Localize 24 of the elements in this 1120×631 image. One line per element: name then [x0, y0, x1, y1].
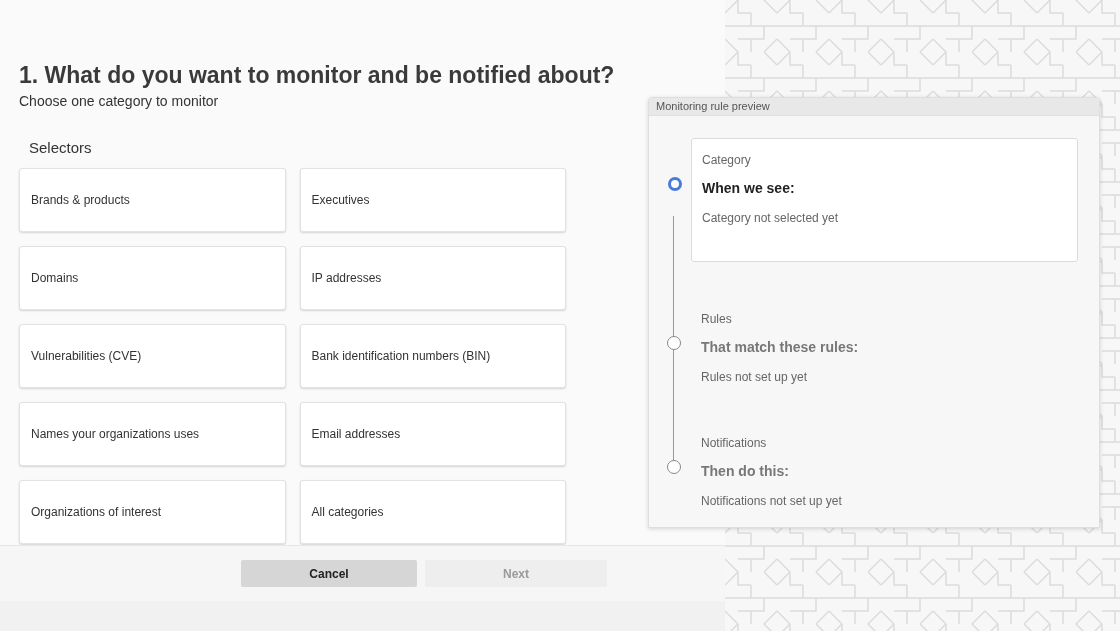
category-option[interactable]: All categories [299, 480, 566, 544]
step-title: That match these rules: [701, 337, 860, 357]
cancel-button[interactable]: Cancel [241, 560, 417, 587]
step-status: Notifications not set up yet [701, 492, 843, 510]
page-heading: 1. What do you want to monitor and be notified about? [19, 61, 615, 90]
step-label: Rules [701, 310, 733, 328]
step-status: Category not selected yet [702, 209, 840, 227]
category-option[interactable]: IP addresses [299, 246, 566, 310]
step-title: When we see: [702, 178, 796, 198]
category-option[interactable]: Names your organizations uses [19, 402, 286, 466]
category-option[interactable]: Executives [299, 168, 566, 232]
step-label: Category [702, 151, 752, 169]
category-option[interactable]: Email addresses [299, 402, 566, 466]
selectors-heading: Selectors [29, 138, 92, 158]
category-option[interactable]: Vulnerabilities (CVE) [19, 324, 286, 388]
category-option[interactable]: Organizations of interest [19, 480, 286, 544]
category-option[interactable]: Domains [19, 246, 286, 310]
step-title: Then do this: [701, 461, 790, 481]
page-subheading: Choose one category to monitor [19, 92, 219, 110]
category-option[interactable]: Bank identification numbers (BIN) [299, 324, 566, 388]
step-label: Notifications [701, 434, 768, 452]
preview-title: Monitoring rule preview [656, 99, 770, 114]
category-option[interactable]: Brands & products [19, 168, 286, 232]
step-status: Rules not set up yet [701, 368, 809, 386]
